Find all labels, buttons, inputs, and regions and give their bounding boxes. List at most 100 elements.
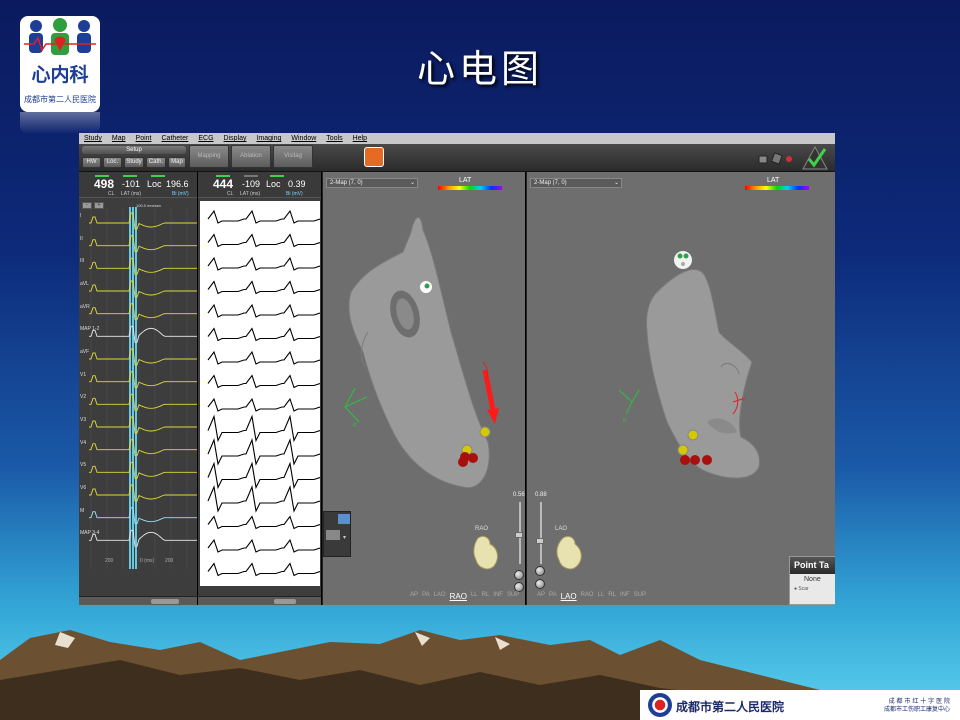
view-inf[interactable]: INF	[493, 592, 503, 601]
menu-window[interactable]: Window	[291, 133, 316, 144]
visitag-button[interactable]: Visitag	[273, 145, 313, 168]
ecg-trace-row	[207, 562, 320, 577]
opacity-slider[interactable]	[540, 502, 542, 564]
menu-display[interactable]: Display	[224, 133, 247, 144]
cl-unit: CL	[227, 191, 234, 197]
map-select-value: 2-Map (7, 0)	[534, 180, 567, 186]
view-rl[interactable]: RL	[608, 592, 616, 601]
setup-button[interactable]: Setup	[82, 146, 186, 154]
slide-title: 心电图	[416, 47, 543, 91]
view-sup[interactable]: SUP	[507, 592, 519, 601]
opacity-slider-knob[interactable]	[536, 538, 544, 544]
lead-label: MAP 3-4	[80, 530, 100, 537]
loc-unit: Bi (mV)	[286, 191, 303, 197]
ecg-trace-row	[207, 461, 320, 490]
map-pane-right: 2-Map (7, 0) ⌄ LAT R 0.88 LAO AP PA LAO …	[526, 172, 835, 605]
menu-point[interactable]: Point	[136, 133, 152, 144]
view-pa[interactable]: PA	[422, 592, 430, 601]
lat-unit: LAT (ms)	[240, 191, 261, 197]
check-icon[interactable]	[801, 145, 829, 171]
heart-map-lao[interactable]: R	[527, 192, 835, 532]
reset-button[interactable]	[514, 582, 524, 592]
orientation-heart-icon	[556, 535, 582, 570]
ecg-right-scrollbar[interactable]	[198, 596, 321, 605]
carto-mapping-window: Study Map Point Catheter ECG Display Ima…	[79, 133, 835, 605]
lead-label: aVF	[80, 349, 90, 355]
view-rao[interactable]: RAO	[450, 592, 467, 601]
cl-value: 444	[213, 177, 234, 191]
map-select-right[interactable]: 2-Map (7, 0) ⌄	[530, 178, 622, 188]
menu-imaging[interactable]: Imaging	[256, 133, 281, 144]
view-inf[interactable]: INF	[620, 592, 630, 601]
ecg-trace-avl	[89, 280, 197, 298]
ecg-trace-v4	[89, 439, 197, 457]
view-lao[interactable]: LAO	[561, 592, 577, 601]
view-sup[interactable]: SUP	[634, 592, 646, 601]
map-tool-panel[interactable]: ▾	[323, 511, 351, 557]
ecg-trace-row	[207, 374, 320, 389]
menu-catheter[interactable]: Catheter	[162, 133, 189, 144]
heart-map-rao[interactable]: R	[323, 192, 526, 532]
view-rl[interactable]: RL	[482, 592, 490, 601]
ecg-pane-right: 444 CL -109 LAT (ms) Loc 0.39 Bi (mV)	[198, 172, 321, 605]
rotate-button[interactable]	[535, 566, 545, 576]
map-select-value: 2-Map (7, 0)	[330, 180, 363, 186]
cath-button[interactable]: Cath.	[146, 157, 166, 168]
hospital-emblem-icon	[648, 693, 672, 717]
view-pa[interactable]: PA	[549, 592, 557, 601]
map-pane-left: 2-Map (7, 0) ⌄ LAT R 0.56 RAO AP PA LAO …	[322, 172, 525, 605]
menu-ecg[interactable]: ECG	[198, 133, 213, 144]
mapping-button[interactable]: Mapping	[189, 145, 229, 168]
point-table-row-2[interactable]: ● Scar	[790, 586, 835, 592]
ecg-trace-map-3-4	[89, 529, 197, 547]
point-table-panel[interactable]: Point Ta None ● Scar	[789, 556, 835, 605]
ecg-left-scrollbar[interactable]	[79, 596, 197, 605]
map-select-left[interactable]: 2-Map (7, 0) ⌄	[326, 178, 418, 188]
lead-label: M	[80, 507, 85, 514]
footer-affiliation-2: 成都市工伤职工康复中心	[883, 706, 950, 713]
view-ll[interactable]: LL	[471, 592, 478, 601]
ecg-trace-v1	[89, 371, 197, 389]
map-button[interactable]: Map	[168, 157, 186, 168]
svg-text:R: R	[623, 418, 627, 424]
lat-colorbar	[745, 186, 809, 190]
reset-button[interactable]	[535, 579, 545, 589]
point-table-row-2-label: Scar	[798, 586, 809, 592]
loc-value: 0.39	[288, 179, 306, 189]
view-ll[interactable]: LL	[598, 592, 605, 601]
point-table-row[interactable]: None	[790, 574, 835, 586]
ecg-left-header: 498 CL -101 LAT (ms) Loc 196.6 Bi (mV)	[79, 172, 197, 198]
loc-label: Loc	[147, 179, 162, 189]
tool-icons[interactable]	[757, 152, 797, 166]
menu-help[interactable]: Help	[353, 133, 367, 144]
ecg-trace-avf	[89, 348, 197, 366]
opacity-slider-knob[interactable]	[515, 532, 523, 538]
scroll-thumb[interactable]	[151, 599, 179, 604]
scroll-thumb[interactable]	[274, 599, 296, 604]
lat-unit: LAT (ms)	[121, 191, 142, 197]
view-ap[interactable]: AP	[537, 592, 545, 601]
loc-button[interactable]: Loc.	[103, 157, 122, 168]
lead-label: V1	[80, 371, 87, 378]
ablation-button[interactable]: Ablation	[231, 145, 271, 168]
lead-label: V3	[80, 417, 87, 423]
ecg-trace-v6	[89, 484, 197, 502]
capture-icon[interactable]	[364, 147, 384, 167]
opacity-value: 0.88	[535, 492, 547, 498]
ecg-trace-ii	[89, 235, 197, 253]
ecg-trace-row	[207, 209, 320, 224]
view-rao[interactable]: RAO	[581, 592, 594, 601]
menu-study[interactable]: Study	[84, 133, 102, 144]
svg-text:R: R	[353, 423, 357, 429]
ecg-right-traces	[200, 201, 320, 586]
view-lao[interactable]: LAO	[434, 592, 446, 601]
menu-map[interactable]: Map	[112, 133, 126, 144]
lat-value: -109	[242, 179, 261, 189]
lead-label: V5	[80, 462, 87, 469]
study-button[interactable]: Study	[124, 157, 144, 168]
view-ap[interactable]: AP	[410, 592, 418, 601]
scale-mid: 0 (ms)	[140, 558, 155, 564]
menu-tools[interactable]: Tools	[326, 133, 342, 144]
hw-button[interactable]: HW	[82, 157, 101, 168]
rotate-button[interactable]	[514, 570, 524, 580]
